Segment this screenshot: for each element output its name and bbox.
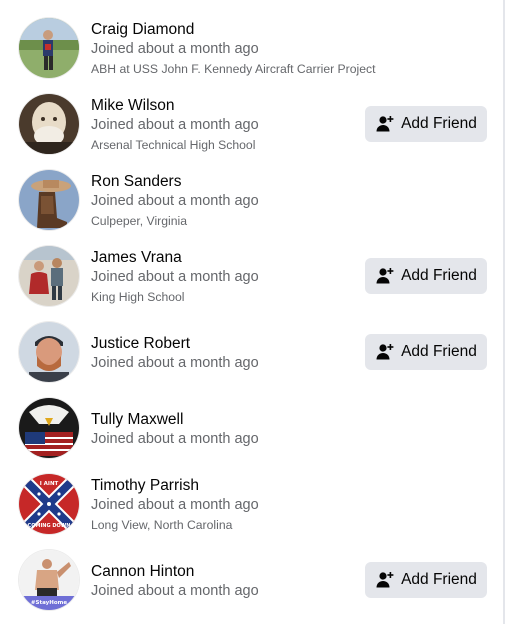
- svg-text:I AINT: I AINT: [40, 481, 59, 487]
- list-item: Craig Diamond Joined about a month ago A…: [0, 0, 503, 78]
- member-name[interactable]: Timothy Parrish: [91, 477, 199, 495]
- avatar[interactable]: [19, 322, 79, 382]
- person-plus-icon: [376, 268, 394, 284]
- add-friend-button[interactable]: Add Friend: [365, 258, 487, 294]
- avatar[interactable]: [19, 170, 79, 230]
- add-friend-label: Add Friend: [401, 571, 477, 588]
- member-name[interactable]: Tully Maxwell: [91, 411, 183, 429]
- list-item: I AINT COMING DOWN Timothy Parrish Joine…: [0, 456, 503, 534]
- list-item: Justice Robert Joined about a month ago …: [0, 304, 503, 382]
- add-friend-button[interactable]: Add Friend: [365, 334, 487, 370]
- joined-text: Joined about a month ago: [91, 583, 259, 599]
- add-friend-label: Add Friend: [401, 267, 477, 284]
- avatar[interactable]: [19, 18, 79, 78]
- member-name[interactable]: Cannon Hinton: [91, 563, 194, 581]
- svg-text:#StayHome: #StayHome: [31, 600, 67, 606]
- member-name[interactable]: Mike Wilson: [91, 97, 175, 115]
- joined-text: Joined about a month ago: [91, 117, 259, 133]
- person-plus-icon: [376, 116, 394, 132]
- add-friend-button[interactable]: Add Friend: [365, 106, 487, 142]
- joined-text: Joined about a month ago: [91, 193, 259, 209]
- joined-text: Joined about a month ago: [91, 497, 259, 513]
- member-detail: ABH at USS John F. Kennedy Aircraft Carr…: [91, 62, 376, 76]
- list-item: James Vrana Joined about a month ago Kin…: [0, 228, 503, 306]
- joined-text: Joined about a month ago: [91, 355, 259, 371]
- member-detail: King High School: [91, 290, 185, 304]
- joined-text: Joined about a month ago: [91, 269, 259, 285]
- member-detail: Culpeper, Virginia: [91, 214, 187, 228]
- member-name[interactable]: Ron Sanders: [91, 173, 181, 191]
- avatar[interactable]: [19, 398, 79, 458]
- add-friend-button[interactable]: Add Friend: [365, 562, 487, 598]
- avatar[interactable]: [19, 94, 79, 154]
- add-friend-label: Add Friend: [401, 343, 477, 360]
- avatar[interactable]: [19, 246, 79, 306]
- member-name[interactable]: Justice Robert: [91, 335, 190, 353]
- add-friend-label: Add Friend: [401, 115, 477, 132]
- list-item: Tully Maxwell Joined about a month ago: [0, 380, 503, 458]
- avatar[interactable]: #StayHome: [19, 550, 79, 610]
- list-item: #StayHome Cannon Hinton Joined about a m…: [0, 532, 503, 610]
- person-plus-icon: [376, 344, 394, 360]
- avatar[interactable]: I AINT COMING DOWN: [19, 474, 79, 534]
- list-item: Ron Sanders Joined about a month ago Cul…: [0, 152, 503, 230]
- list-item: Mike Wilson Joined about a month ago Ars…: [0, 76, 503, 154]
- member-detail: Arsenal Technical High School: [91, 138, 256, 152]
- joined-text: Joined about a month ago: [91, 41, 259, 57]
- person-plus-icon: [376, 572, 394, 588]
- member-name[interactable]: James Vrana: [91, 249, 182, 267]
- member-detail: Long View, North Carolina: [91, 518, 233, 532]
- member-name[interactable]: Craig Diamond: [91, 21, 194, 39]
- joined-text: Joined about a month ago: [91, 431, 259, 447]
- svg-text:COMING DOWN: COMING DOWN: [28, 523, 71, 529]
- member-list: Craig Diamond Joined about a month ago A…: [0, 0, 505, 624]
